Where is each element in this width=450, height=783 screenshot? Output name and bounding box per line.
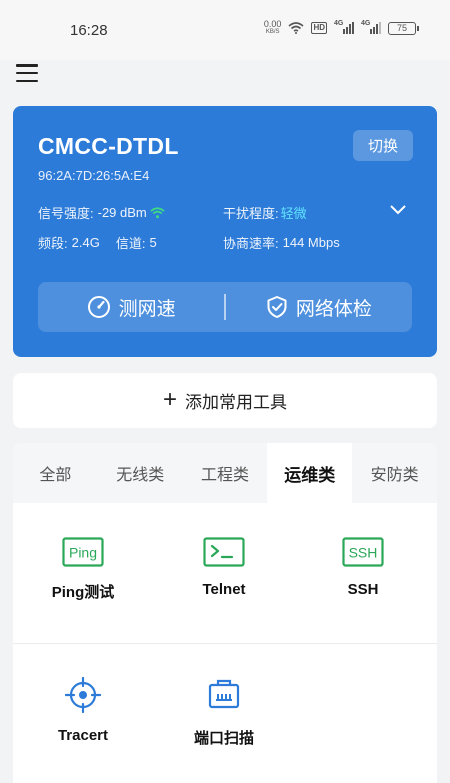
wifi-signal-icon	[150, 206, 165, 218]
interference-label: 干扰程度:	[223, 206, 279, 221]
terminal-icon	[203, 537, 245, 567]
tool-label: Ping测试	[51, 584, 115, 601]
status-bar: 16:28 0.00 KB/S HD 4G 4G 75	[0, 0, 450, 60]
signal-icon: 4G	[334, 20, 354, 34]
band-value: 2.4G	[71, 235, 100, 250]
net-speed-unit: KB/S	[265, 29, 280, 35]
add-tool-button[interactable]: + 添加常用工具	[13, 373, 437, 428]
channel-label: 信道:	[115, 236, 146, 251]
menu-icon[interactable]	[16, 64, 38, 82]
tool-label: 端口扫描	[193, 730, 254, 747]
tool-tracert[interactable]: Tracert	[13, 677, 153, 744]
signal-icon-2: 4G	[361, 20, 381, 34]
rate-label: 协商速率:	[223, 236, 279, 251]
tab-wireless[interactable]: 无线类	[98, 443, 183, 503]
tool-ssh[interactable]: SSH SSH	[293, 537, 433, 598]
action-bar: 测网速 网络体检	[38, 282, 412, 332]
wifi-info-card: CMCC-DTDL 96:2A:7D:26:5A:E4 切换 信号强度: -29…	[13, 106, 437, 357]
signal-strength: 信号强度: -29 dBm	[38, 203, 165, 222]
ping-icon-text: Ping	[69, 545, 97, 561]
net-speed-value: 0.00	[263, 19, 282, 29]
tool-label: Tracert	[57, 727, 109, 744]
ssh-icon-text: SSH	[349, 545, 378, 561]
tool-label: SSH	[347, 581, 379, 598]
interference-value: 轻微	[280, 206, 307, 221]
network-check-button[interactable]: 网络体检	[226, 282, 412, 332]
ssh-icon: SSH	[342, 537, 384, 567]
speed-test-button[interactable]: 测网速	[38, 282, 224, 332]
interference: 干扰程度: 轻微	[223, 203, 307, 222]
tab-security[interactable]: 安防类	[352, 443, 437, 503]
switch-button[interactable]: 切换	[353, 130, 413, 161]
signal-label: 4G	[334, 20, 344, 27]
chevron-down-icon[interactable]	[389, 204, 407, 215]
speedometer-icon	[87, 296, 110, 318]
wifi-mac: 96:2A:7D:26:5A:E4	[38, 168, 150, 183]
add-tool-label: 添加常用工具	[185, 393, 287, 412]
tool-label: Telnet	[202, 581, 246, 598]
category-tabs: 全部 无线类 工程类 运维类 安防类	[13, 443, 437, 503]
band-channel: 频段: 2.4G 信道: 5	[38, 233, 157, 252]
signal-strength-value: -29 dBm	[97, 205, 147, 220]
port-icon	[208, 679, 240, 709]
tab-operations[interactable]: 运维类	[267, 443, 353, 503]
tool-port-scan[interactable]: 端口扫描	[154, 677, 294, 748]
signal-strength-label: 信号强度:	[38, 206, 94, 221]
speed-test-label: 测网速	[118, 298, 176, 320]
tab-engineering[interactable]: 工程类	[183, 443, 268, 503]
tool-ping[interactable]: Ping Ping测试	[13, 537, 153, 602]
grid-divider	[13, 643, 437, 644]
network-check-label: 网络体检	[295, 298, 372, 320]
status-icons: 0.00 KB/S HD 4G 4G 75	[264, 20, 419, 36]
negotiated-rate: 协商速率: 144 Mbps	[223, 233, 340, 252]
rate-value: 144 Mbps	[282, 235, 340, 250]
ping-icon: Ping	[62, 537, 104, 567]
channel-value: 5	[149, 235, 157, 250]
shield-check-icon	[267, 296, 287, 318]
tab-all[interactable]: 全部	[13, 443, 98, 503]
tool-telnet[interactable]: Telnet	[154, 537, 294, 598]
plus-icon: +	[162, 385, 177, 413]
battery-icon: 75	[388, 21, 419, 35]
tool-panel: 全部 无线类 工程类 运维类 安防类 Ping Ping测试 Telnet SS…	[13, 443, 437, 783]
wifi-ssid: CMCC-DTDL	[38, 133, 179, 159]
crosshair-icon	[65, 677, 101, 713]
wifi-status-icon	[288, 22, 304, 34]
net-speed: 0.00 KB/S	[264, 20, 282, 36]
signal-label-2: 4G	[361, 20, 371, 27]
hd-badge: HD	[311, 22, 327, 34]
status-time: 16:28	[70, 22, 108, 39]
band-label: 频段:	[38, 236, 68, 251]
